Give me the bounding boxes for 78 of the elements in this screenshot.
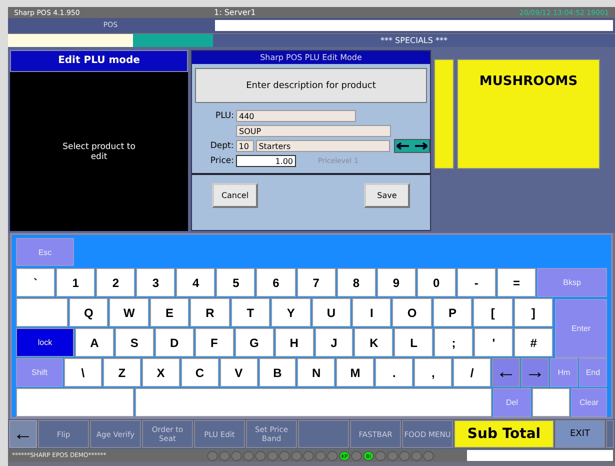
blank-key[interactable] [532, 388, 570, 417]
dialog-button[interactable]: Save [364, 183, 410, 208]
blank-key[interactable] [16, 388, 134, 417]
panel-message: Select product to edit [62, 140, 136, 164]
space-key[interactable] [135, 388, 492, 417]
keyboard-key[interactable]: P [432, 298, 472, 327]
keyboard-key[interactable]: R [190, 298, 230, 327]
keyboard-key[interactable]: B [258, 358, 296, 387]
keyboard-key[interactable]: M [336, 358, 374, 387]
blank-key[interactable] [16, 298, 68, 327]
keyboard-key[interactable]: A [75, 328, 114, 357]
keyboard-key[interactable]: / [453, 358, 491, 387]
keyboard-key[interactable]: F [194, 328, 234, 357]
function-button[interactable] [298, 420, 349, 448]
keyboard-key[interactable]: . [375, 358, 414, 387]
keyboard-key[interactable]: S [114, 328, 154, 357]
prompt-box: Enter description for product [195, 68, 427, 103]
keyboard-key[interactable]: ; [434, 328, 474, 357]
keyboard-key[interactable]: \ [64, 358, 102, 387]
arrow-key[interactable]: → [520, 358, 549, 387]
keyboard-key[interactable]: ` [16, 268, 56, 297]
keyboard-key[interactable]: 2 [96, 268, 136, 297]
field-label: PLU: [214, 110, 234, 120]
keyboard-key[interactable]: - [456, 268, 496, 297]
dialog-title: Sharp POS PLU Edit Mode [192, 51, 430, 64]
sub-total-button[interactable]: Sub Total [454, 420, 554, 448]
keyboard-key[interactable]: lock [16, 328, 74, 357]
keyboard-key[interactable]: , [414, 358, 452, 387]
keyboard-key[interactable]: I [352, 298, 392, 327]
keyboard-key[interactable]: U [312, 298, 351, 327]
keyboard-key[interactable]: E [150, 298, 190, 327]
keyboard-key[interactable]: ' [474, 328, 514, 357]
keyboard-key[interactable]: 3 [136, 268, 176, 297]
keyboard-key[interactable]: L [394, 328, 434, 357]
keyboard-key[interactable]: ] [514, 298, 554, 327]
keyboard-key[interactable]: C [180, 358, 219, 387]
dept-name-field[interactable]: Starters [256, 140, 390, 152]
keyboard-key[interactable]: J [314, 328, 354, 357]
keyboard-key[interactable]: Z [102, 358, 141, 387]
price-field[interactable]: 1.00 [236, 154, 296, 166]
keyboard-key[interactable]: X [142, 358, 180, 387]
keyboard-key[interactable]: V [220, 358, 258, 387]
field-label: Price: [209, 156, 234, 166]
keyboard-key[interactable]: T [230, 298, 270, 327]
keyboard-key[interactable]: O [392, 298, 432, 327]
keyboard-key[interactable]: 0 [416, 268, 456, 297]
keyboard-key[interactable]: 9 [376, 268, 416, 297]
keyboard-key[interactable]: 5 [216, 268, 256, 297]
dialog-button[interactable]: Cancel [212, 183, 258, 208]
keyboard-key[interactable]: # [514, 328, 554, 357]
category-tab[interactable]: *** SPECIALS *** [213, 34, 615, 47]
keyboard-key[interactable]: 4 [176, 268, 216, 297]
keyboard-key[interactable]: Y [271, 298, 311, 327]
server-name: 1: Server1 [214, 8, 257, 17]
keyboard-key[interactable]: G [234, 328, 274, 357]
keyboard-key[interactable]: = [496, 268, 536, 297]
keyboard-key[interactable]: 1 [56, 268, 96, 297]
keyboard-key[interactable]: [ [473, 298, 513, 327]
keyboard-key[interactable]: D [154, 328, 194, 357]
keyboard-key[interactable]: K [354, 328, 394, 357]
keyboard-key[interactable]: W [109, 298, 149, 327]
product-button[interactable]: MUSHROOMS [457, 59, 600, 169]
keyboard-key[interactable]: H [274, 328, 314, 357]
keyboard-key[interactable]: Q [69, 298, 108, 327]
back-button[interactable]: ← [9, 420, 37, 448]
arrow-buttons[interactable] [394, 138, 430, 152]
function-button[interactable] [606, 420, 614, 448]
panel-title: Edit PLU mode [10, 50, 188, 72]
arrow-key[interactable]: ← [492, 358, 520, 387]
field-label: Dept: [209, 140, 234, 150]
dept-number-field[interactable]: 10 [236, 140, 254, 152]
keyboard-key[interactable]: 7 [296, 268, 336, 297]
plu-field[interactable]: 440 [236, 110, 356, 122]
keyboard-key[interactable]: 6 [256, 268, 296, 297]
description-field[interactable]: SOUP [236, 124, 391, 136]
exit-button[interactable]: EXIT [555, 420, 605, 448]
keyboard-key[interactable]: N [297, 358, 336, 387]
keyboard-key[interactable]: 8 [336, 268, 376, 297]
